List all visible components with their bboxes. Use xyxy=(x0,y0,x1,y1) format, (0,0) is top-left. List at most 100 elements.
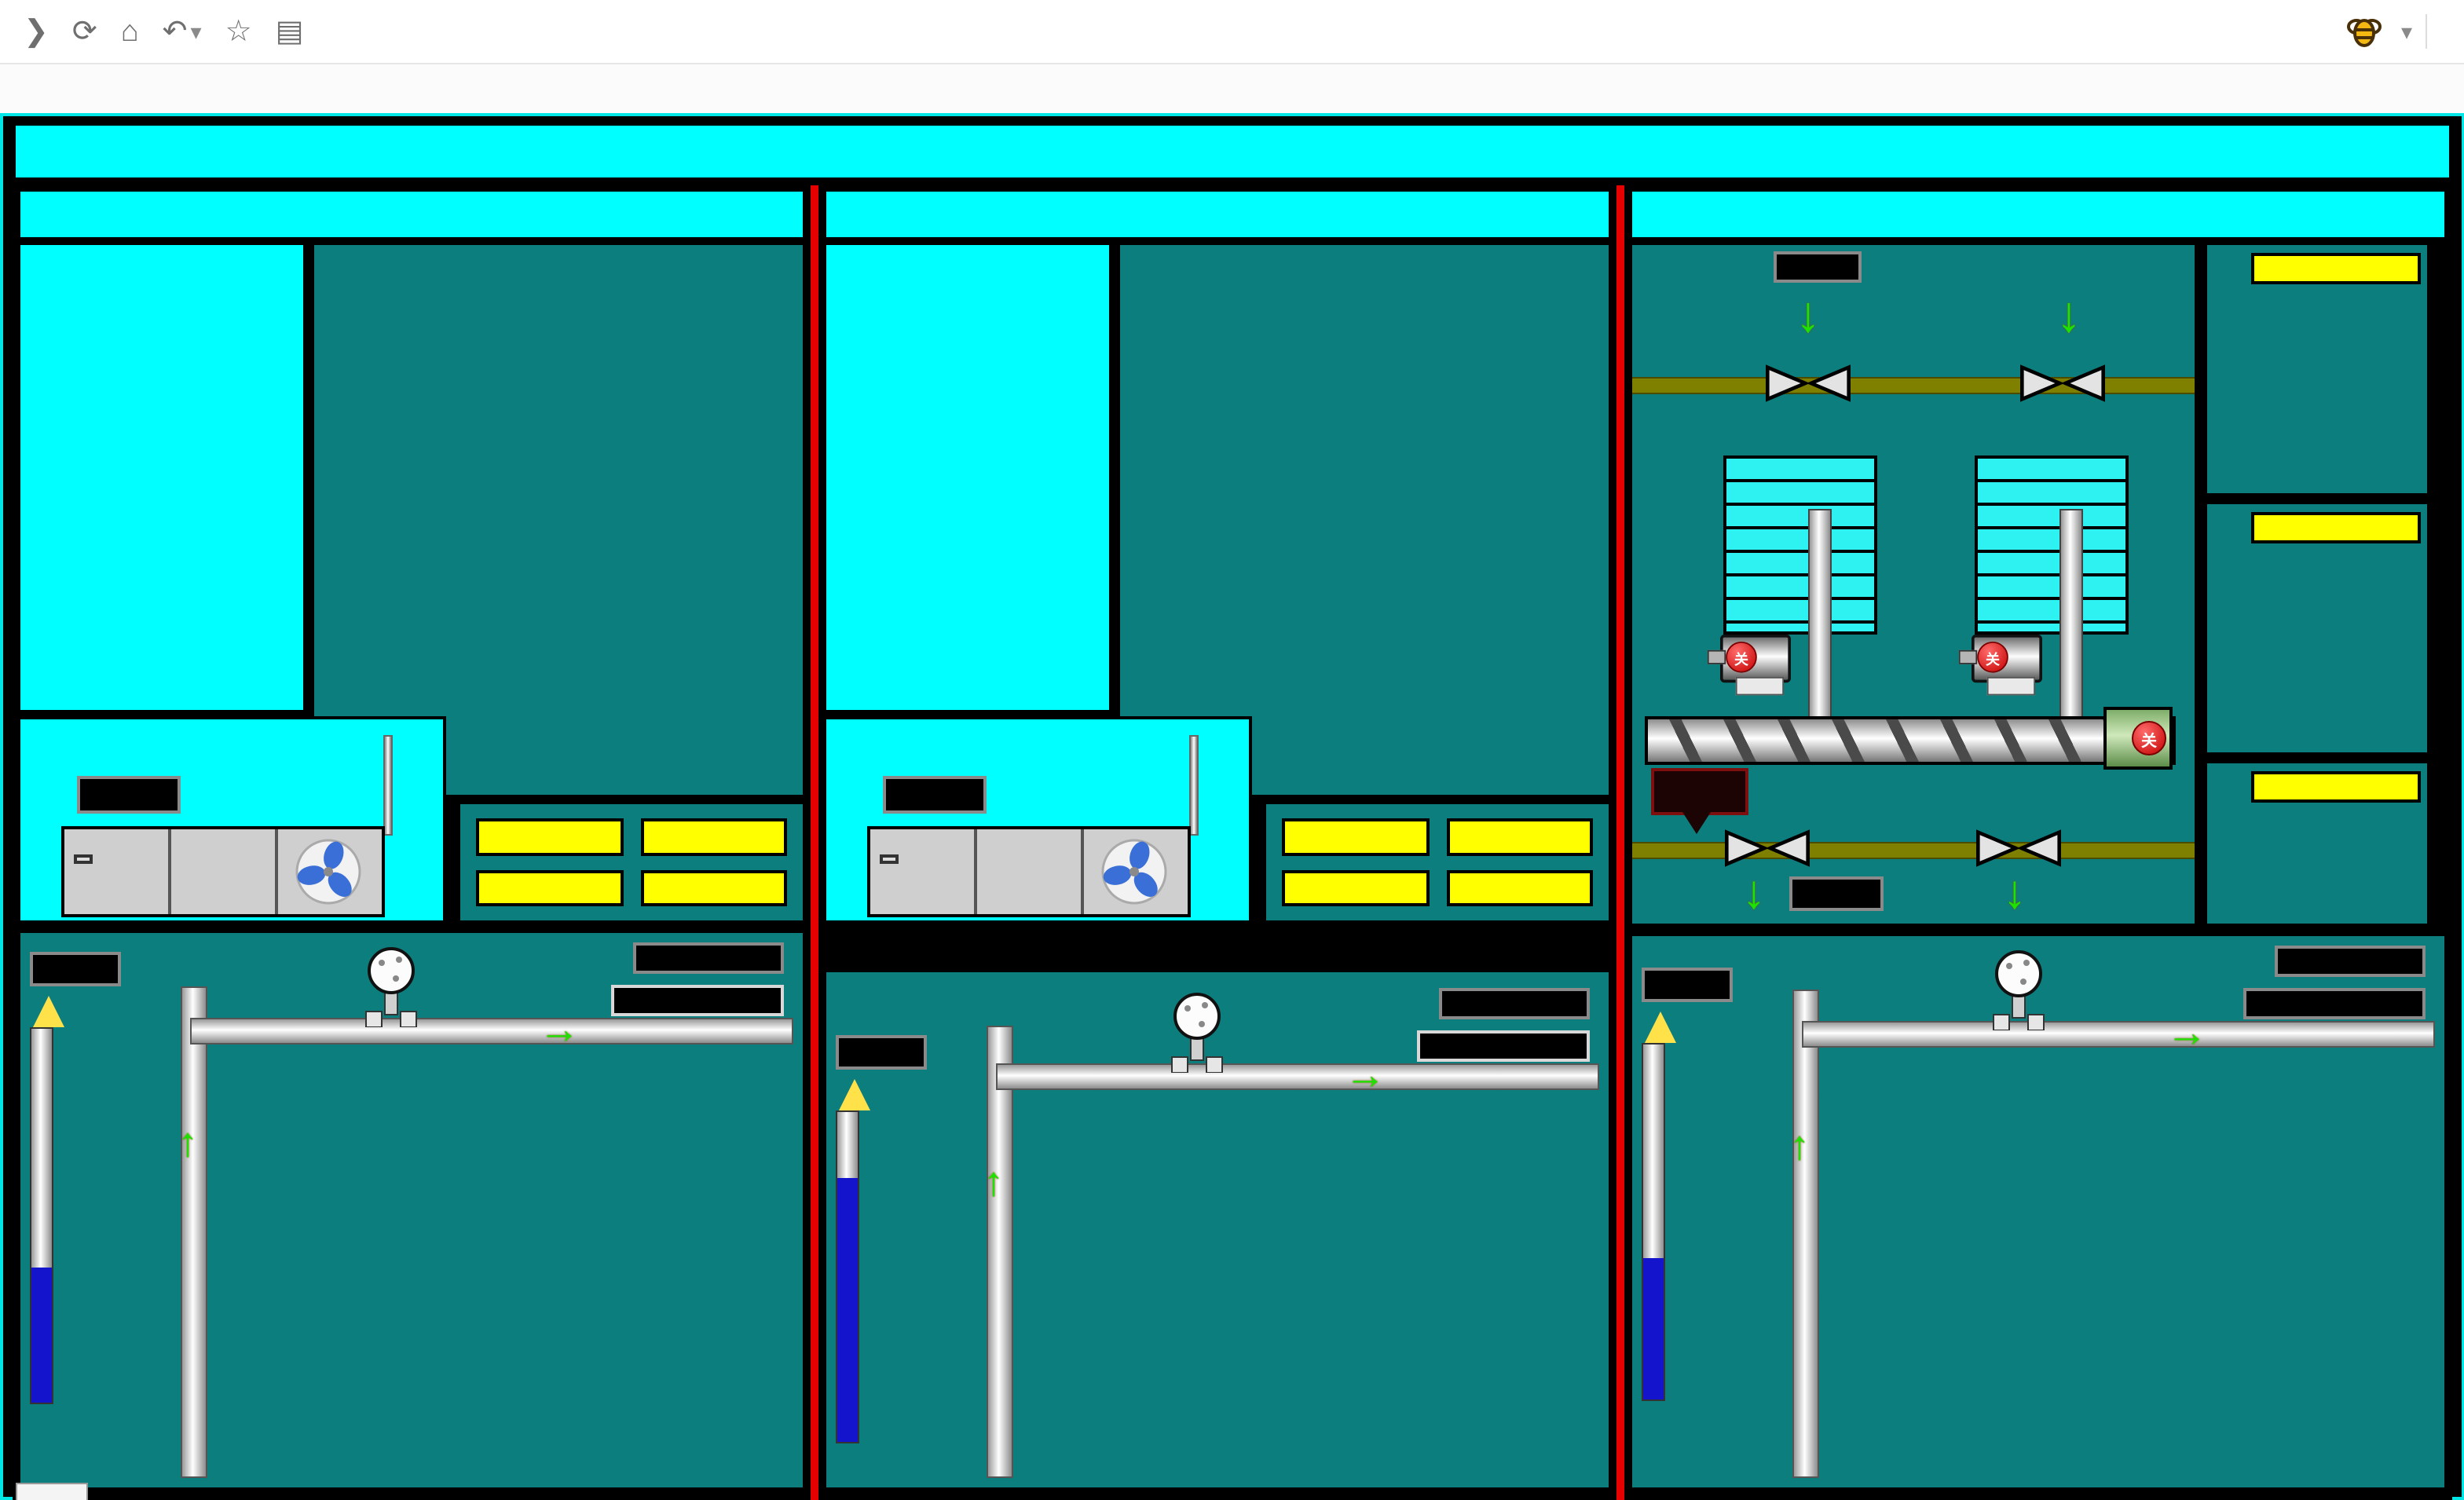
motor-state-badge: 关 xyxy=(2132,721,2166,755)
gate-valve-icon xyxy=(1723,829,1811,867)
extension-dropdown-icon[interactable]: ▾ xyxy=(2401,20,2412,42)
grid1-control-button[interactable] xyxy=(476,818,623,855)
gauge-pointer-icon xyxy=(839,1079,870,1110)
motor-state-badge: 关 xyxy=(1726,642,1757,673)
grid2-control-button[interactable] xyxy=(640,818,787,855)
antenna xyxy=(1189,735,1199,836)
sump-level-display xyxy=(1642,968,1733,1002)
grid-motor-icon: 关 xyxy=(1972,635,2042,682)
bar-screen-grid xyxy=(1975,455,2129,635)
total-flow-display xyxy=(1417,1030,1590,1062)
grid-riser-pipe xyxy=(1808,509,1832,732)
grid2-control-button[interactable] xyxy=(1446,818,1593,855)
flow-down-arrow-icon: ↓ xyxy=(2003,870,2026,917)
deodor-control-button[interactable] xyxy=(1282,869,1429,906)
station-2: ↑ → xyxy=(818,185,1616,1500)
home-icon[interactable]: ⌂ xyxy=(121,16,139,46)
fan-icon xyxy=(294,837,363,906)
flow-meter-icon xyxy=(357,946,426,1027)
gauge-pointer-icon xyxy=(33,996,64,1027)
deodor-mode-button[interactable] xyxy=(880,854,899,864)
sump-gauge xyxy=(836,1110,983,1447)
grid-riser-pipe xyxy=(2059,509,2083,732)
refresh-icon[interactable]: ⟳ xyxy=(72,16,97,46)
deodor-device xyxy=(867,826,1191,917)
bee-extension-icon[interactable] xyxy=(2345,11,2385,52)
enter-conveyor-control-button[interactable] xyxy=(2251,771,2421,803)
divider xyxy=(2425,14,2426,49)
gate-valve-icon xyxy=(1975,829,2063,867)
flow-down-arrow-icon: ↓ xyxy=(2056,289,2081,339)
station-2-gates-panel xyxy=(1117,242,1612,798)
motor-state-badge: 关 xyxy=(1977,642,2008,673)
station-1: ↑ → xyxy=(13,185,811,1500)
inlet-pipe xyxy=(1632,377,2195,394)
station-divider xyxy=(811,185,818,1500)
station-3-pump-panel: ↑ → xyxy=(1629,933,2447,1491)
flow-right-arrow-icon: → xyxy=(2166,1012,2207,1052)
post-level-display xyxy=(1789,876,1884,911)
antenna xyxy=(383,735,393,836)
undo-dropdown-icon[interactable]: ▾ xyxy=(191,20,202,42)
browser-navbar: ❯ ⟳ ⌂ ↶▾ ☆ ▤ ▾ xyxy=(0,0,2464,64)
forward-icon[interactable]: ❯ xyxy=(24,16,49,46)
station-1-lv-panel xyxy=(17,242,306,713)
deodor-mode-button[interactable] xyxy=(74,854,93,864)
reading-list-icon[interactable]: ▤ xyxy=(276,16,304,46)
main-riser-pipe xyxy=(987,1026,1013,1478)
station-3-header xyxy=(1629,188,2447,240)
station-1-header xyxy=(17,188,806,240)
total-flow-display xyxy=(611,985,784,1016)
flow-right-arrow-icon: → xyxy=(539,1008,580,1049)
favorite-star-icon[interactable]: ☆ xyxy=(225,16,252,46)
viewport: ❯ ⟳ ⌂ ↶▾ ☆ ▤ ▾ xyxy=(0,0,2464,1500)
grid2-status-block xyxy=(2204,501,2430,755)
flow-right-arrow-icon: → xyxy=(1345,1054,1386,1095)
station-2-lv-panel xyxy=(823,242,1112,713)
total-flow-display xyxy=(2242,988,2425,1019)
deodor-control-button[interactable] xyxy=(476,869,623,906)
flow-down-arrow-icon: ↓ xyxy=(1796,289,1821,339)
station-2-header xyxy=(823,188,1612,240)
freq-display xyxy=(883,776,987,814)
bar-screen-grid xyxy=(1723,455,1877,635)
sump-gauge xyxy=(30,1027,178,1407)
grid-motor-icon: 关 xyxy=(1720,635,1791,682)
enter-grid2-control-button[interactable] xyxy=(2251,512,2421,543)
station-2-pump-panel: ↑ → xyxy=(823,969,1612,1491)
gates-control-button[interactable] xyxy=(1446,869,1593,906)
station-2-control-buttons xyxy=(1263,801,1612,924)
outlet-pipe xyxy=(1632,842,2195,859)
discharge-hopper xyxy=(1651,768,1748,815)
conveyor-status-block xyxy=(2204,760,2430,927)
pre-level-display xyxy=(1774,251,1862,283)
grid1-control-button[interactable] xyxy=(1282,818,1429,855)
gauge-pointer-icon xyxy=(1645,1012,1676,1043)
inst-flow-display xyxy=(2274,946,2425,977)
gate-valve-icon xyxy=(1764,364,1852,402)
station-3-status-panel xyxy=(2204,242,2430,927)
station-3: ↓ ↓ xyxy=(1624,185,2451,1500)
gates-control-button[interactable] xyxy=(640,869,787,906)
main-riser-pipe xyxy=(1792,990,1819,1478)
inst-flow-display xyxy=(1439,988,1590,1019)
flow-meter-icon xyxy=(1162,991,1232,1073)
freq-display xyxy=(77,776,181,814)
main-riser-pipe xyxy=(181,986,207,1478)
enter-grid1-control-button[interactable] xyxy=(2251,253,2421,284)
gate-valve-icon xyxy=(2019,364,2107,402)
conveyor-motor-icon: 关 xyxy=(2103,707,2173,770)
deodor-device xyxy=(61,826,385,917)
flow-meter-icon xyxy=(1984,949,2053,1030)
station-1-control-buttons xyxy=(457,801,806,924)
bookmarks-bar xyxy=(0,64,2464,116)
station-divider xyxy=(1616,185,1624,1500)
undo-icon[interactable]: ↶ xyxy=(163,16,188,46)
fan-icon xyxy=(1100,837,1169,906)
flow-up-arrow-icon: ↑ xyxy=(983,1161,1004,1202)
station-1-gates-panel xyxy=(311,242,806,798)
scada-screen: ↑ → xyxy=(0,113,2464,1500)
station-2-deodor-panel xyxy=(823,716,1252,924)
station-3-diagram-panel: ↓ ↓ xyxy=(1629,242,2198,927)
flow-up-arrow-icon: ↑ xyxy=(1789,1125,1810,1165)
